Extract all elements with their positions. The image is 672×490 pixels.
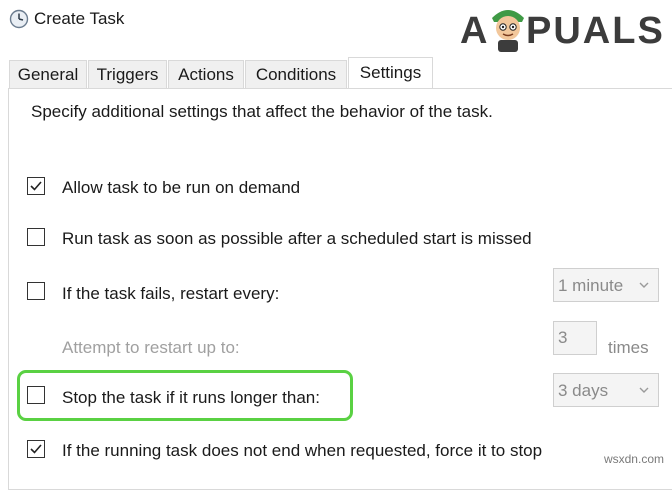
restart-interval-dropdown[interactable]: 1 minute [553, 268, 659, 302]
stop-if-longer-checkbox[interactable] [27, 386, 45, 404]
chevron-down-icon [639, 387, 649, 393]
restart-attempts-value: 3 [558, 328, 568, 347]
force-stop-checkbox[interactable] [27, 440, 45, 458]
chevron-down-icon [639, 282, 649, 288]
tab-strip: General Triggers Actions Conditions Sett… [0, 57, 672, 89]
restart-on-fail-label: If the task fails, restart every: [62, 284, 280, 303]
stop-duration-value: 3 days [558, 381, 609, 400]
restart-attempts-label: Attempt to restart up to: [62, 338, 240, 357]
window-title: Create Task [34, 9, 125, 28]
tab-triggers[interactable]: Triggers [88, 60, 167, 88]
tab-actions[interactable]: Actions [168, 60, 244, 88]
allow-on-demand-label: Allow task to be run on demand [62, 178, 301, 197]
run-asap-label: Run task as soon as possible after a sch… [62, 229, 532, 248]
tab-settings[interactable]: Settings [348, 57, 433, 89]
checkmark-icon [30, 444, 42, 454]
watermark-letters: PUALS [526, 10, 665, 52]
settings-description: Specify additional settings that affect … [31, 102, 493, 121]
mascot-icon [492, 10, 524, 52]
appuals-watermark-logo: A PUALS [460, 4, 670, 56]
stop-if-longer-label: Stop the task if it runs longer than: [62, 388, 320, 407]
allow-on-demand-checkbox[interactable] [27, 177, 45, 195]
restart-on-fail-checkbox[interactable] [27, 282, 45, 300]
tab-conditions[interactable]: Conditions [245, 60, 347, 88]
restart-attempts-unit: times [608, 338, 649, 357]
site-watermark: wsxdn.com [603, 452, 664, 466]
tab-general[interactable]: General [9, 60, 87, 88]
force-stop-label: If the running task does not end when re… [62, 441, 543, 460]
restart-attempts-input[interactable]: 3 [553, 321, 597, 355]
checkmark-icon [30, 181, 42, 191]
stop-duration-dropdown[interactable]: 3 days [553, 373, 659, 407]
restart-interval-value: 1 minute [558, 276, 624, 295]
task-scheduler-clock-icon [9, 9, 29, 29]
run-asap-checkbox[interactable] [27, 228, 45, 246]
